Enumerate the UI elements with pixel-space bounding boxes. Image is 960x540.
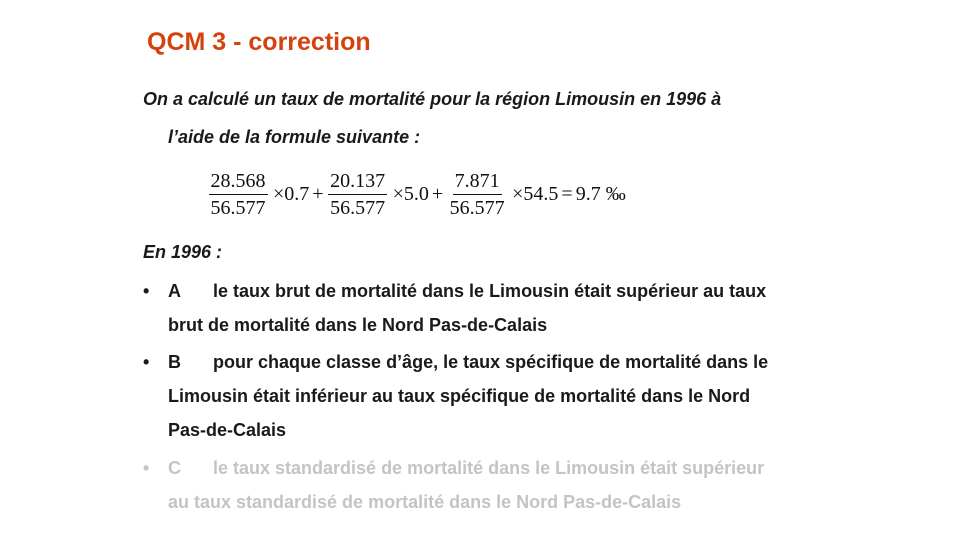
option-text-line-1: le taux brut de mortalité dans le Limous… <box>213 281 767 301</box>
intro-line-2: l’aide de la formule suivante : <box>168 127 421 147</box>
factor-3: ×54.5 <box>512 182 559 205</box>
mortality-formula: 28.568 56.577 ×0.7 + 20.137 56.577 ×5.0 … <box>205 163 628 225</box>
fraction-2-denominator: 56.577 <box>330 196 386 219</box>
option-letter: A <box>168 281 181 301</box>
equals-sign: = <box>561 182 573 205</box>
bullet-icon: • <box>143 458 150 478</box>
option-text-line-1: pour chaque classe d’âge, le taux spécif… <box>213 352 769 372</box>
option-text-line-3: Pas-de-Calais <box>168 420 287 440</box>
factor-1: ×0.7 <box>273 182 310 205</box>
option-text-line-1: le taux standardisé de mortalité dans le… <box>213 458 765 478</box>
fraction-1: 28.568 56.577 <box>205 168 271 221</box>
fraction-3-denominator: 56.577 <box>449 196 505 219</box>
fraction-2: 20.137 56.577 <box>325 168 391 221</box>
option-text-line-2: au taux standardisé de mortalité dans le… <box>168 492 682 512</box>
bullet-icon: • <box>143 352 150 372</box>
formula-result: 9.7 ‰ <box>575 182 626 205</box>
factor-2: ×5.0 <box>392 182 429 205</box>
option-letter: B <box>168 352 181 372</box>
option-a: • A le taux brut de mortalité dans le Li… <box>143 274 766 342</box>
section-label: En 1996 : <box>143 242 223 262</box>
plus-sign-1: + <box>312 182 324 205</box>
option-c: • C le taux standardisé de mortalité dan… <box>143 451 764 519</box>
fraction-2-numerator: 20.137 <box>328 168 388 195</box>
fraction-1-denominator: 56.577 <box>210 196 266 219</box>
plus-sign-2: + <box>431 182 444 205</box>
fraction-3: 7.871 56.577 <box>444 168 510 221</box>
slide-title: QCM 3 - correction <box>147 28 371 56</box>
fraction-3-numerator: 7.871 <box>452 168 502 195</box>
slide: QCM 3 - correction On a calculé un taux … <box>0 0 960 540</box>
bullet-icon: • <box>143 281 150 301</box>
fraction-1-numerator: 28.568 <box>208 168 268 195</box>
option-text-line-2: Limousin était inférieur au taux spécifi… <box>168 386 751 406</box>
option-letter: C <box>168 458 181 478</box>
option-text-line-2: brut de mortalité dans le Nord Pas-de-Ca… <box>168 315 548 335</box>
intro-line-1: On a calculé un taux de mortalité pour l… <box>143 89 722 109</box>
option-b: • B pour chaque classe d’âge, le taux sp… <box>143 345 768 447</box>
